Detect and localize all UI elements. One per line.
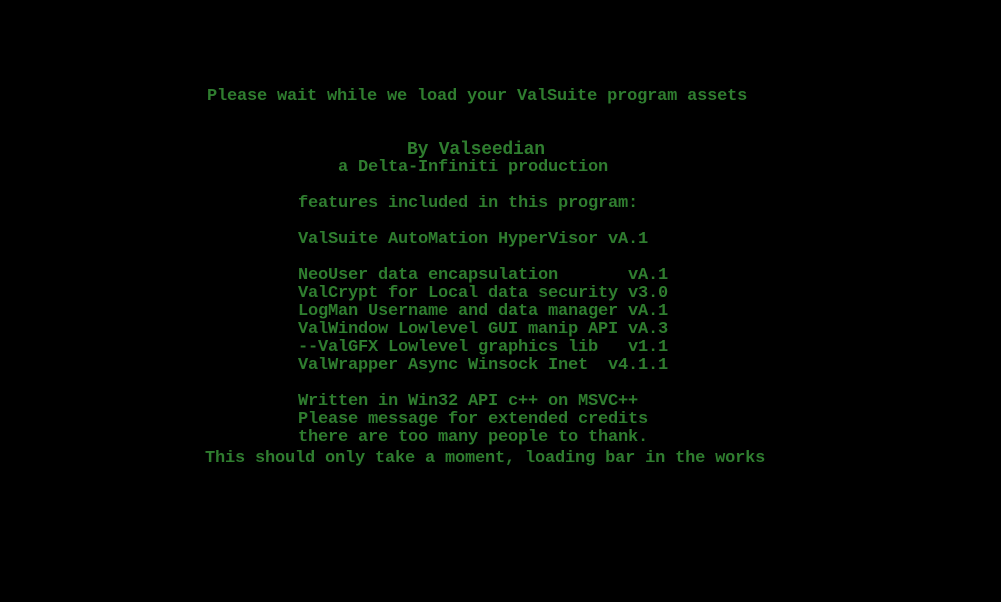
- author-line: By Valseedian: [407, 140, 545, 160]
- footer-message: This should only take a moment, loading …: [205, 449, 766, 468]
- credits-line: Written in Win32 API c++ on MSVC++: [298, 392, 639, 411]
- feature-item: NeoUser data encapsulation vA.1: [298, 266, 669, 285]
- feature-item: ValCrypt for Local data security v3.0: [298, 284, 669, 303]
- credits-line: Please message for extended credits: [298, 410, 649, 429]
- credits-line: there are too many people to thank.: [298, 428, 649, 447]
- console-window: Please wait while we load your ValSuite …: [0, 0, 1001, 602]
- feature-item: ValWindow Lowlevel GUI manip API vA.3: [298, 320, 669, 339]
- feature-item: LogMan Username and data manager vA.1: [298, 302, 669, 321]
- main-feature: ValSuite AutoMation HyperVisor vA.1: [298, 230, 649, 249]
- loading-message: Please wait while we load your ValSuite …: [207, 87, 748, 106]
- production-line: a Delta-Infiniti production: [338, 158, 609, 177]
- feature-item: --ValGFX Lowlevel graphics lib v1.1: [298, 338, 669, 357]
- feature-item: ValWrapper Async Winsock Inet v4.1.1: [298, 356, 669, 375]
- features-heading: features included in this program:: [298, 194, 639, 213]
